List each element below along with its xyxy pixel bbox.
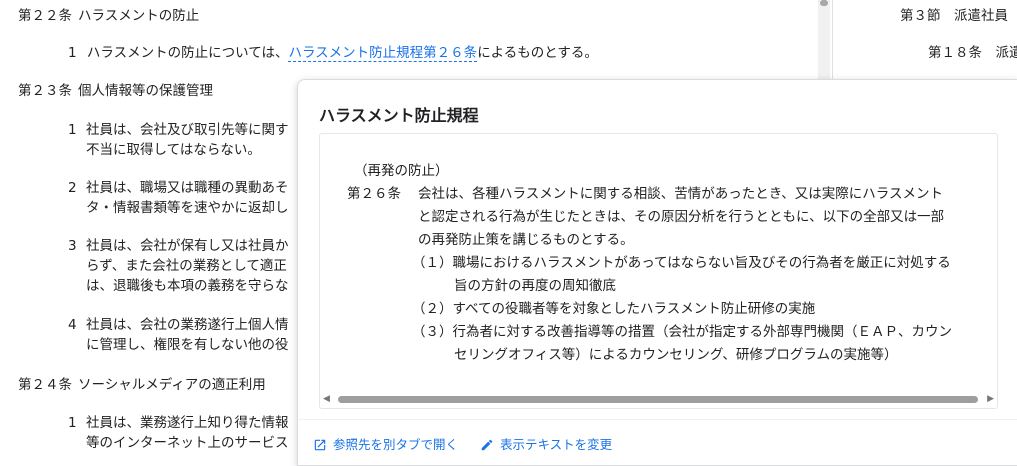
preview-item-1-cont: 旨の方針の再度の周知徹底 [454,278,616,294]
paragraph-text: 社員は、業務遂行上知り得た情報 [86,415,289,431]
open-in-new-tab-button[interactable]: 参照先を別タブで開く [313,434,458,453]
article-number: 第２４条 [18,377,72,393]
paragraph-text: 不当に取得してはならない。 [86,142,261,158]
paragraph-text: ハラスメントの防止については、 [86,45,289,61]
article-22-heading: 第２２条 ハラスメントの防止 [18,6,199,26]
paragraph-text: 社員は、会社の業務遂行上個人情 [86,317,289,333]
article-title: ソーシャルメディアの適正利用 [78,377,266,393]
paragraph-text: は、退職後も本項の義務を守らな [86,278,289,294]
article-title: ハラスメントの防止 [78,8,200,24]
paragraph-text: によるものとする。 [477,45,598,61]
article-title: 個人情報等の保護管理 [78,83,213,99]
paragraph-text: に管理し、権限を有しない他の役 [86,337,289,353]
paragraph-number: 1 [68,122,77,138]
paragraph-number: 1 [68,415,77,431]
pencil-icon [481,439,493,451]
scroll-right-arrow-icon[interactable]: ▶ [987,393,994,405]
article-number: 第２３条 [18,83,72,99]
paragraph-text: らず、また会社の業務として適正 [86,258,287,274]
article-heading: 第１８条 派遣 [928,45,1017,61]
popup-title: ハラスメント防止規程 [319,106,479,125]
article-number: 第２２条 [18,8,72,24]
paragraph-number: 1 [68,45,77,61]
paragraph-number: 4 [68,317,77,333]
preview-frame[interactable]: （再発の防止） 第２６条 会社は、各種ハラスメントに関する相談、苦情があったとき… [319,133,998,409]
preview-item-3: （３）行為者に対する改善指導等の措置（会社が指定する外部専門機関（ＥＡＰ、カウン [412,324,952,340]
open-in-new-icon [314,439,326,451]
article-22-paragraph-1: 1 ハラスメントの防止については、ハラスメント防止規程第２６条によるものとする。 [68,43,598,63]
preview-item-3-cont: セリングオフィス等）によるカウンセリング、研修プログラムの実施等） [454,347,898,363]
preview-body-line: 会社は、各種ハラスメントに関する相談、苦情があったとき、又は実際にハラスメント [418,186,944,202]
preview-heading: （再発の防止） [354,163,449,179]
paragraph-text: 等のインターネット上のサービス [86,435,289,451]
edit-display-text-button[interactable]: 表示テキストを変更 [480,434,612,453]
preview-article-number: 第２６条 [347,186,401,202]
scrollbar-thumb[interactable] [820,0,828,6]
popup-divider [298,419,1017,420]
paragraph-number: 2 [68,180,77,196]
horizontal-scrollbar[interactable]: ◀ ▶ [323,393,994,405]
paragraph-text: 社員は、会社が保有し又は社員か [86,238,289,254]
link-preview-popup: ハラスメント防止規程 （再発の防止） 第２６条 会社は、各種ハラスメントに関する… [297,79,1017,466]
article-23-heading: 第２３条 個人情報等の保護管理 [18,81,213,101]
reference-link[interactable]: ハラスメント防止規程第２６条 [288,45,478,62]
scroll-left-arrow-icon[interactable]: ◀ [323,393,330,405]
open-in-new-tab-label: 参照先を別タブで開く [333,437,459,452]
preview-body-line: の再発防止策を講じるものとする。 [418,232,634,248]
paragraph-text: 社員は、職場又は職種の異動あそ [86,180,289,196]
article-24-heading: 第２４条 ソーシャルメディアの適正利用 [18,375,266,395]
section-heading: 第３節 派遣社員 [900,8,1008,24]
edit-display-text-label: 表示テキストを変更 [500,437,613,452]
paragraph-number: 3 [68,238,77,254]
paragraph-text: 社員は、会社及び取引先等に関す [86,122,289,138]
preview-body-line: と認定される行為が生じたときは、その原因分析を行うとともに、以下の全部又は一部 [418,209,945,225]
preview-item-1: （１）職場におけるハラスメントがあってはならない旨及びその行為者を厳正に対処する [412,255,951,271]
preview-item-2: （２）すべての役職者等を対象としたハラスメント防止研修の実施 [412,301,816,317]
paragraph-text: タ・情報書類等を速やかに返却し [86,200,289,216]
scrollbar-thumb[interactable] [338,396,978,403]
